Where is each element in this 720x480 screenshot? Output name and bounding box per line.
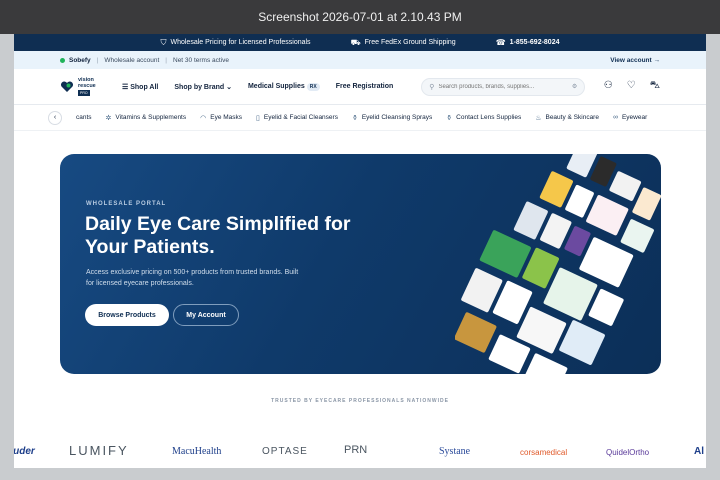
brand-logo-partial[interactable]: Al	[694, 446, 704, 457]
separator: |	[96, 56, 99, 64]
category-eye-masks[interactable]: ◠ Eye Masks	[200, 114, 242, 122]
promo-wholesale: ⛉ Wholesale Pricing for Licensed Profess…	[160, 38, 310, 48]
brand-logo-quidelortho[interactable]: QuidelOrtho	[606, 448, 649, 457]
chevron-left-icon[interactable]: ‹	[48, 110, 62, 125]
category-cleansers[interactable]: ▯ Eyelid & Facial Cleansers	[256, 114, 338, 122]
search-bar[interactable]: ⚲ ⚙	[421, 77, 586, 96]
brand-logo-optase[interactable]: OPTASE	[262, 446, 308, 457]
account-terms: Net 30 terms active	[173, 56, 229, 64]
account-type: Wholesale account	[104, 56, 160, 64]
browse-products-button[interactable]: Browse Products	[85, 304, 169, 326]
filter-icon[interactable]: ⚙	[572, 83, 577, 90]
category-beauty[interactable]: ♨ Beauty & Skincare	[535, 114, 599, 122]
glasses-icon: ∞	[612, 114, 618, 121]
nav-shop-all-label: Shop All	[130, 83, 159, 91]
promo-wholesale-text: Wholesale Pricing for Licensed Professio…	[170, 39, 311, 46]
status-dot	[60, 57, 65, 63]
brand-logo-corsamedical[interactable]: corsamedical	[520, 448, 567, 457]
promo-phone-text: 1-855-692-8024	[509, 39, 560, 46]
category-sprays[interactable]: ⚱ Eyelid Cleansing Sprays	[352, 114, 432, 122]
spray-icon: ⚱	[351, 114, 358, 122]
my-account-button[interactable]: My Account	[173, 304, 239, 326]
brand-logo-bruder[interactable]: Bruder	[14, 446, 35, 457]
window-title: Screenshot 2026-07-01 at 2.10.43 PM	[258, 10, 462, 24]
brand-logo-macuhealth[interactable]: MacuHealth	[172, 446, 221, 457]
search-input[interactable]	[438, 83, 557, 90]
nav-medical-supplies[interactable]: Medical Supplies RX	[247, 83, 320, 91]
chevron-down-icon: ⌄	[224, 83, 232, 91]
pill-icon: ✲	[105, 114, 112, 122]
nav-shop-by-brand-label: Shop by Brand	[174, 83, 225, 91]
category-label: Vitamins & Supplements	[115, 114, 187, 121]
window-titlebar: Screenshot 2026-07-01 at 2.10.43 PM	[0, 0, 720, 34]
bottle-icon: ⚱	[446, 114, 453, 122]
promo-shipping: ⛟ Free FedEx Ground Shipping	[351, 38, 456, 48]
headset-icon: ☎	[495, 38, 506, 47]
account-icon[interactable]: ⚇	[604, 80, 613, 93]
nav-free-registration[interactable]: Free Registration	[336, 83, 394, 90]
promo-bar: ⛉ Wholesale Pricing for Licensed Profess…	[14, 34, 706, 51]
tube-icon: ▯	[256, 114, 260, 122]
brand-logo-systane[interactable]: Systane	[439, 446, 470, 457]
category-label: cants	[76, 114, 92, 121]
brand-strip: Bruder LUMIFY MacuHealth OPTASE PRN Syst…	[14, 440, 706, 468]
account-bar: Sobefy | Wholesale account | Net 30 term…	[14, 51, 706, 69]
category-label: Contact Lens Supplies	[456, 114, 522, 121]
category-item[interactable]: cants	[76, 114, 92, 121]
category-label: Beauty & Skincare	[545, 114, 599, 121]
category-bar: ‹ cants ✲ Vitamins & Supplements ◠ Eye Mas…	[14, 105, 706, 131]
menu-icon: ☰	[122, 83, 131, 91]
trusted-heading: TRUSTED BY EYECARE PROFESSIONALS NATIONW…	[271, 398, 449, 404]
category-label: Eyelid & Facial Cleansers	[263, 114, 338, 121]
category-contact-lens[interactable]: ⚱ Contact Lens Supplies	[446, 114, 521, 122]
category-vitamins[interactable]: ✲ Vitamins & Supplements	[106, 114, 187, 122]
header-icons: ⚇ ♡ ⛍	[604, 80, 660, 93]
mask-icon: ◠	[200, 114, 207, 122]
category-label: Eye Masks	[210, 114, 243, 121]
nav-shop-by-brand[interactable]: Shop by Brand ⌄	[174, 83, 232, 91]
hero-lead: Access exclusive pricing on 500+ product…	[86, 269, 299, 287]
main-header: vision rescue PRO ☰ Shop All Shop by Bra…	[14, 69, 706, 105]
search-icon: ⚲	[429, 83, 435, 91]
site-logo[interactable]: vision rescue PRO	[60, 77, 120, 96]
cart-icon[interactable]: ⛍	[650, 80, 660, 93]
primary-nav: ☰ Shop All Shop by Brand ⌄ Medical Suppl…	[122, 83, 393, 91]
category-label: Eyelid Cleansing Sprays	[361, 114, 433, 121]
category-label: Eyewear	[621, 114, 648, 121]
hero-banner: WHOLESALE PORTAL Daily Eye Care Simplifi…	[60, 154, 661, 374]
brand-logo-lumify[interactable]: LUMIFY	[69, 443, 129, 458]
view-account-link[interactable]: View account →	[610, 57, 660, 64]
category-eyewear[interactable]: ∞ Eyewear	[613, 114, 647, 121]
hero-product-image	[455, 154, 661, 374]
promo-phone[interactable]: ☎ 1-855-692-8024	[496, 38, 560, 47]
account-name: Sobefy	[69, 56, 91, 64]
rx-chip: RX	[306, 83, 320, 91]
hero-headline: Daily Eye Care Simplified for Your Patie…	[85, 213, 351, 258]
promo-shipping-text: Free FedEx Ground Shipping	[364, 39, 456, 46]
wishlist-heart-icon[interactable]: ♡	[627, 80, 636, 93]
nav-medical-supplies-label: Medical Supplies	[247, 83, 305, 90]
logo-badge: PRO	[78, 90, 90, 96]
nav-shop-all[interactable]: ☰ Shop All	[122, 83, 158, 91]
lotion-icon: ♨	[535, 114, 542, 122]
hero-eyebrow: WHOLESALE PORTAL	[86, 201, 167, 207]
browser-page: ⛉ Wholesale Pricing for Licensed Profess…	[14, 34, 706, 468]
separator: |	[165, 56, 167, 64]
logo-heart-icon	[60, 80, 74, 92]
shield-check-icon: ⛉	[160, 37, 167, 47]
brand-logo-prn[interactable]: PRN	[344, 444, 367, 456]
logo-text-line2: rescue	[78, 83, 96, 89]
truck-icon: ⛟	[350, 37, 361, 47]
